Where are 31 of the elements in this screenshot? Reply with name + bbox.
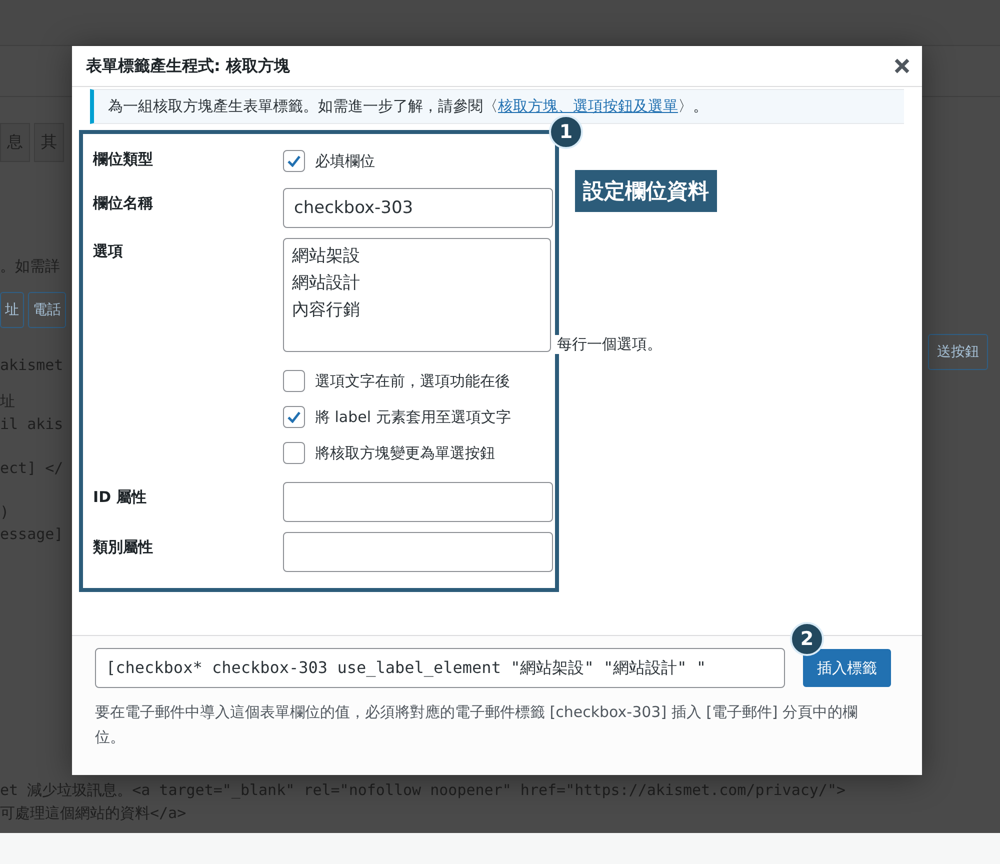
checkbox-label: 將核取方塊變更為單選按鈕 (315, 444, 495, 462)
checkmark-icon (287, 411, 301, 423)
field-label: 欄位名稱 (93, 193, 154, 214)
dialog-title: 表單標籤產生程式: 核取方塊 (86, 56, 290, 76)
checkbox-label: 將 label 元素套用至選項文字 (315, 408, 511, 426)
close-icon (894, 58, 910, 74)
callout-label: 設定欄位資料 (575, 170, 717, 212)
checkmark-icon (287, 155, 301, 167)
checkbox[interactable] (283, 442, 305, 464)
field-label: 欄位類型 (93, 149, 154, 170)
notice-text: 為一組核取方塊產生表單標籤。如需進一步了解，請參閱〈核取方塊、選項按鈕及選單〉。 (90, 89, 904, 124)
text-field[interactable] (283, 482, 553, 522)
close-button[interactable] (892, 56, 912, 76)
code-line: ) (0, 503, 10, 521)
tag-field[interactable]: [checkbox* checkbox-303 use_label_element "網站架設" "網站設計" " (95, 648, 785, 688)
docs-link[interactable]: 核取方塊、選項按鈕及選單 (498, 97, 678, 115)
checkbox-label: 選項文字在前，選項功能在後 (315, 372, 510, 390)
checkbox[interactable] (283, 370, 305, 392)
checkbox[interactable] (283, 150, 305, 172)
text-field[interactable] (283, 532, 553, 572)
step-badge: 1 (549, 115, 583, 149)
step-badge: 2 (790, 622, 824, 656)
field-label: ID 屬性 (93, 487, 148, 508)
insert-tag-button[interactable]: 插入標籤 (803, 649, 891, 687)
field-label: 類別屬性 (93, 537, 154, 558)
description-text: 要在電子郵件中導入這個表單欄位的值，必須將對應的電子郵件標籤 [checkbox-303] 插入 [電子郵件] 分頁中的欄位。 (95, 702, 859, 748)
options-textarea[interactable]: 網站架設 網站設計 內容行銷 (283, 238, 551, 352)
checkbox-label: 必填欄位 (315, 152, 375, 170)
text-field[interactable]: checkbox-303 (283, 188, 553, 228)
field-label: 選項 (93, 241, 124, 262)
checkbox[interactable] (283, 406, 305, 428)
